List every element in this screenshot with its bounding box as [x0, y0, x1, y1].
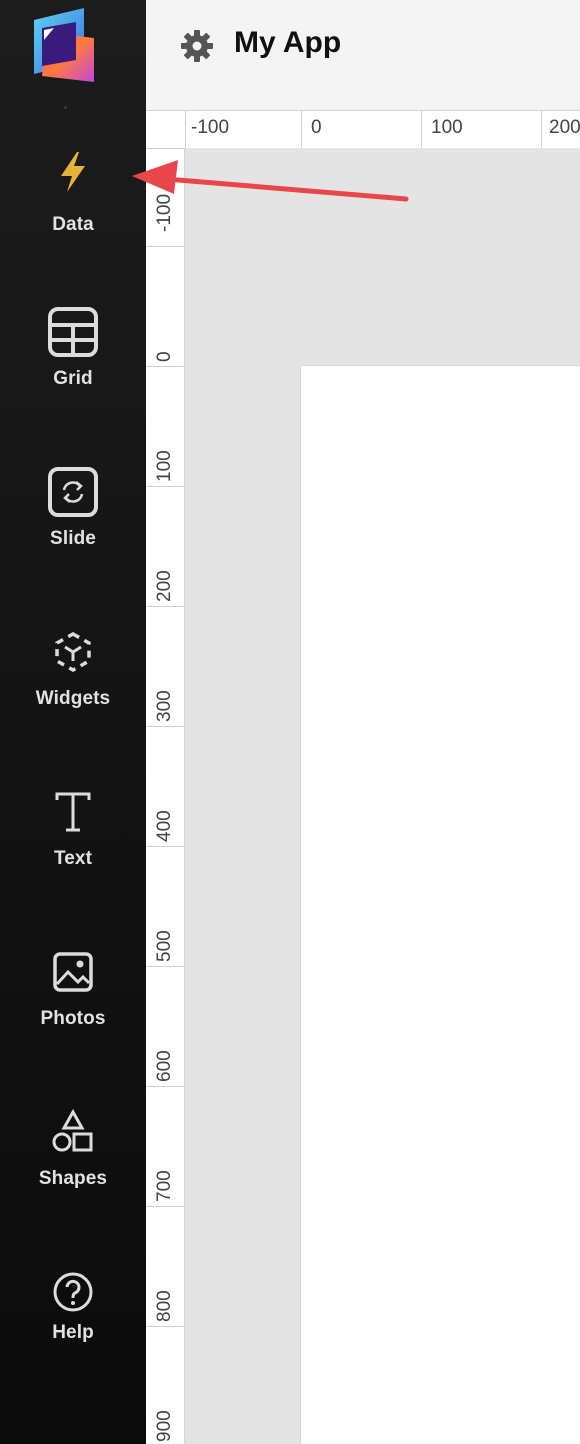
sidebar-item-widgets[interactable]: Widgets [0, 624, 146, 736]
app-title: My App [234, 26, 342, 59]
slide-refresh-icon [45, 464, 101, 520]
sidebar-item-data[interactable]: Data [0, 144, 146, 256]
ruler-label: 0 [154, 351, 175, 362]
sidebar-item-shapes[interactable]: Shapes [0, 1104, 146, 1216]
ruler-label: 100 [431, 117, 463, 138]
ruler-label: 0 [311, 117, 322, 138]
ruler-tick [146, 366, 184, 367]
ruler-tick [421, 111, 422, 148]
ruler-tick [541, 111, 542, 148]
sidebar-item-photos[interactable]: Photos [0, 944, 146, 1056]
ruler-tick [146, 1206, 184, 1207]
ruler-tick [146, 966, 184, 967]
ruler-tick [146, 148, 184, 149]
ruler-tick [146, 246, 184, 247]
ruler-label: -100 [191, 117, 230, 138]
ruler-tick [146, 726, 184, 727]
sidebar-item-label: Widgets [35, 688, 111, 709]
ruler-tick [301, 111, 302, 148]
divider-dot [64, 106, 67, 109]
ruler-label: 100 [154, 450, 175, 482]
ruler-label: 300 [154, 690, 175, 722]
sidebar-item-label: Data [52, 214, 94, 235]
ruler-label: 800 [154, 1290, 175, 1322]
ruler-label: -100 [154, 193, 175, 232]
vertical-ruler[interactable]: -100 0 100 200 300 400 500 600 700 800 9… [146, 148, 185, 1444]
ruler-tick [146, 846, 184, 847]
ruler-tick [146, 1086, 184, 1087]
sidebar: Data Grid Slide Widgets Text Photos Shap… [0, 0, 146, 1444]
ruler-label: 400 [154, 810, 175, 842]
artboard[interactable] [301, 366, 580, 1444]
sidebar-item-label: Help [52, 1322, 94, 1343]
ruler-tick [185, 111, 186, 148]
ruler-label: 200 [154, 570, 175, 602]
sidebar-item-label: Text [53, 848, 93, 869]
text-t-icon [45, 784, 101, 840]
sidebar-item-grid[interactable]: Grid [0, 304, 146, 416]
ruler-tick [146, 486, 184, 487]
ruler-label: 200 [549, 117, 580, 138]
sidebar-item-help[interactable]: Help [0, 1264, 146, 1376]
ruler-tick [146, 1326, 184, 1327]
gear-icon[interactable] [180, 29, 214, 63]
sidebar-item-label: Slide [50, 528, 96, 549]
horizontal-ruler[interactable]: -100 0 100 200 [185, 111, 580, 149]
ruler-label: 500 [154, 930, 175, 962]
widgets-icon [45, 624, 101, 680]
ruler-tick [146, 606, 184, 607]
sidebar-item-text[interactable]: Text [0, 784, 146, 896]
top-header: My App [146, 0, 580, 111]
sidebar-item-label: Shapes [38, 1168, 108, 1189]
lightning-icon [45, 144, 101, 200]
sidebar-item-label: Grid [53, 368, 93, 389]
ruler-corner [146, 111, 186, 149]
photo-icon [45, 944, 101, 1000]
app-logo[interactable] [32, 6, 98, 86]
sidebar-item-slide[interactable]: Slide [0, 464, 146, 576]
shapes-icon [45, 1104, 101, 1160]
ruler-label: 700 [154, 1170, 175, 1202]
ruler-label: 600 [154, 1050, 175, 1082]
help-question-icon [45, 1264, 101, 1320]
grid-icon [45, 304, 101, 360]
ruler-label: 900 [154, 1410, 175, 1442]
sidebar-item-label: Photos [40, 1008, 106, 1029]
